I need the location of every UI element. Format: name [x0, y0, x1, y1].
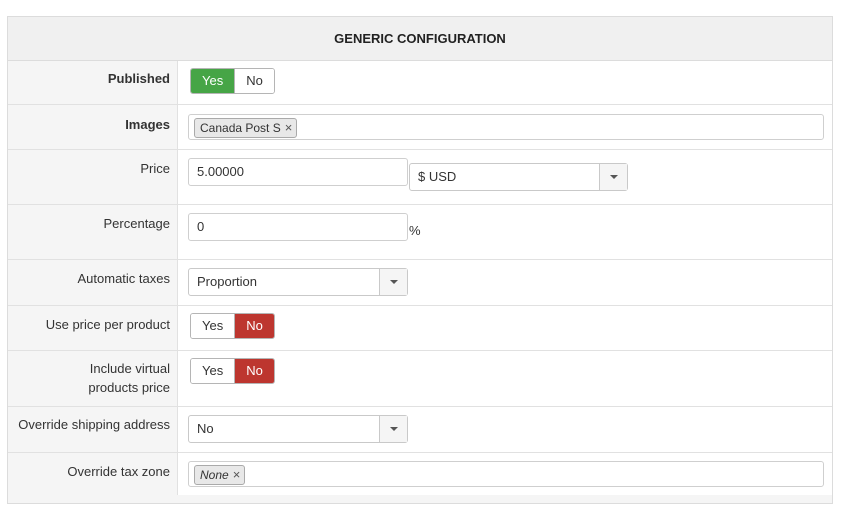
tag-remove-icon[interactable]: ×	[285, 119, 293, 137]
tag-remove-icon[interactable]: ×	[233, 466, 241, 484]
row-override-tax-zone: Override tax zone None ×	[8, 453, 832, 495]
use-price-per-product-label: Use price per product	[45, 317, 170, 332]
generic-configuration-panel: GENERIC CONFIGURATION Published Yes No I…	[7, 16, 833, 504]
chevron-down-icon[interactable]	[379, 416, 407, 442]
images-tag-input[interactable]: Canada Post S ×	[188, 114, 824, 140]
price-input[interactable]: 5.00000	[188, 158, 408, 186]
chevron-down-icon[interactable]	[599, 164, 627, 190]
row-published: Published Yes No	[8, 61, 832, 105]
images-label: Images	[125, 117, 170, 132]
images-tag: Canada Post S ×	[194, 118, 298, 138]
row-percentage: Percentage 0 %	[8, 205, 832, 260]
row-price: Price 5.00000 $ USD	[8, 150, 832, 205]
use-price-per-product-no-button[interactable]: No	[234, 314, 274, 338]
automatic-taxes-select[interactable]: Proportion	[188, 268, 408, 296]
row-images: Images Canada Post S ×	[8, 105, 832, 150]
include-virtual-yes-button[interactable]: Yes	[191, 359, 235, 383]
include-virtual-toggle: Yes No	[190, 358, 275, 384]
published-no-button[interactable]: No	[234, 69, 274, 93]
percent-unit: %	[409, 223, 421, 238]
row-override-shipping: Override shipping address No	[8, 407, 832, 453]
row-use-price-per-product: Use price per product Yes No	[8, 306, 832, 351]
row-automatic-taxes: Automatic taxes Proportion	[8, 260, 832, 306]
images-tag-label: Canada Post S	[200, 121, 281, 135]
override-tax-zone-label: Override tax zone	[67, 464, 170, 479]
currency-select-value: $ USD	[418, 169, 457, 184]
row-include-virtual: Include virtual products price Yes No	[8, 351, 832, 407]
percentage-input[interactable]: 0	[188, 213, 408, 241]
use-price-per-product-toggle: Yes No	[190, 313, 275, 339]
include-virtual-label: Include virtual products price	[88, 361, 170, 395]
tax-zone-tag: None ×	[194, 465, 246, 485]
price-label: Price	[140, 161, 170, 176]
published-toggle: Yes No	[190, 68, 275, 94]
automatic-taxes-label: Automatic taxes	[77, 271, 171, 286]
override-shipping-value: No	[197, 421, 214, 436]
override-shipping-select[interactable]: No	[188, 415, 408, 443]
published-yes-button[interactable]: Yes	[191, 69, 235, 93]
tax-zone-tag-label: None	[200, 468, 229, 482]
currency-select[interactable]: $ USD	[409, 163, 628, 191]
percentage-label: Percentage	[103, 216, 171, 231]
panel-title: GENERIC CONFIGURATION	[8, 17, 832, 61]
use-price-per-product-yes-button[interactable]: Yes	[191, 314, 235, 338]
include-virtual-no-button[interactable]: No	[234, 359, 274, 383]
override-shipping-label: Override shipping address	[18, 417, 170, 432]
published-label: Published	[107, 71, 170, 86]
automatic-taxes-value: Proportion	[197, 274, 257, 289]
override-tax-zone-tag-input[interactable]: None ×	[188, 461, 824, 487]
chevron-down-icon[interactable]	[379, 269, 407, 295]
